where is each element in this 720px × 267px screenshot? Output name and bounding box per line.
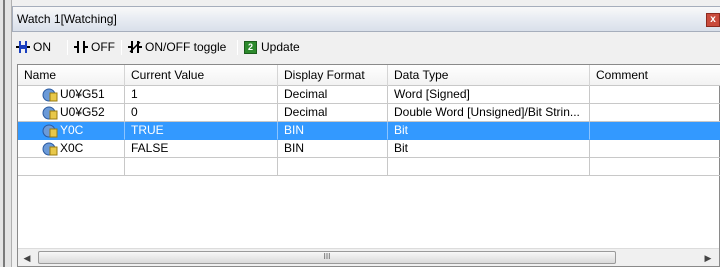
cell-display-format[interactable]: Decimal (278, 86, 388, 104)
window-left-edge (0, 0, 12, 267)
watch-window: Watch 1[Watching] x ON OFF ON/OFF toggle… (0, 0, 720, 267)
toolbar: ON OFF ON/OFF toggle 2 Update (12, 34, 720, 60)
table-row-empty[interactable] (18, 158, 720, 176)
off-label: OFF (91, 40, 115, 54)
cell-data-type[interactable] (388, 158, 590, 176)
contact-off-icon (74, 41, 88, 53)
cell-current-value[interactable]: TRUE (125, 122, 278, 140)
off-button[interactable]: OFF (74, 38, 115, 56)
close-button[interactable]: x (706, 13, 720, 27)
cell-current-value[interactable]: 1 (125, 86, 278, 104)
title-bar: Watch 1[Watching] x (12, 6, 720, 32)
scroll-left-icon[interactable]: ◀ (21, 252, 33, 264)
cell-name[interactable]: Y0C (18, 122, 125, 140)
cell-name[interactable]: X0C (18, 140, 125, 158)
contact-toggle-icon (128, 41, 142, 53)
table-row[interactable]: U0¥G52 0 Decimal Double Word [Unsigned]/… (18, 104, 720, 122)
scroll-thumb[interactable]: III (38, 251, 616, 264)
cell-display-format[interactable]: BIN (278, 140, 388, 158)
cell-name[interactable] (18, 158, 125, 176)
cell-comment[interactable] (590, 140, 720, 158)
table-row[interactable]: X0C FALSE BIN Bit (18, 140, 720, 158)
cell-display-format[interactable]: Decimal (278, 104, 388, 122)
cell-data-type[interactable]: Bit (388, 140, 590, 158)
cell-comment[interactable] (590, 104, 720, 122)
scroll-right-icon[interactable]: ▶ (702, 252, 714, 264)
column-header-comment[interactable]: Comment (590, 65, 720, 86)
column-header-display-format[interactable]: Display Format (278, 65, 388, 86)
toggle-button[interactable]: ON/OFF toggle (128, 38, 226, 56)
device-icon (42, 106, 58, 120)
horizontal-scrollbar[interactable]: ◀ III ▶ (18, 248, 719, 266)
device-icon (42, 142, 58, 156)
on-label: ON (33, 40, 51, 54)
toggle-label: ON/OFF toggle (145, 40, 227, 54)
watch-grid: Name Current Value Display Format Data T… (17, 64, 720, 267)
refresh-icon: 2 (244, 40, 257, 54)
cell-current-value[interactable]: FALSE (125, 140, 278, 158)
table-row[interactable]: U0¥G51 1 Decimal Word [Signed] (18, 86, 720, 104)
cell-comment[interactable] (590, 86, 720, 104)
toolbar-separator (67, 40, 68, 55)
column-header-data-type[interactable]: Data Type (388, 65, 590, 86)
cell-display-format[interactable]: BIN (278, 122, 388, 140)
cell-comment[interactable] (590, 158, 720, 176)
grid-header: Name Current Value Display Format Data T… (18, 65, 720, 86)
contact-on-icon (16, 41, 30, 53)
table-row-selected[interactable]: Y0C TRUE BIN Bit (18, 122, 720, 140)
cell-name[interactable]: U0¥G51 (18, 86, 125, 104)
cell-display-format[interactable] (278, 158, 388, 176)
column-header-name[interactable]: Name (18, 65, 125, 86)
device-icon (42, 88, 58, 102)
column-header-current-value[interactable]: Current Value (125, 65, 278, 86)
cell-data-type[interactable]: Bit (388, 122, 590, 140)
cell-current-value[interactable] (125, 158, 278, 176)
update-button[interactable]: 2 Update (244, 38, 300, 56)
cell-name[interactable]: U0¥G52 (18, 104, 125, 122)
cell-comment[interactable] (590, 122, 720, 140)
window-title: Watch 1[Watching] (17, 12, 117, 26)
toolbar-separator (237, 40, 238, 55)
toolbar-separator (121, 40, 122, 55)
on-button[interactable]: ON (16, 38, 51, 56)
cell-data-type[interactable]: Double Word [Unsigned]/Bit Strin... (388, 104, 590, 122)
update-label: Update (261, 40, 300, 54)
cell-current-value[interactable]: 0 (125, 104, 278, 122)
cell-data-type[interactable]: Word [Signed] (388, 86, 590, 104)
device-icon (42, 124, 58, 138)
